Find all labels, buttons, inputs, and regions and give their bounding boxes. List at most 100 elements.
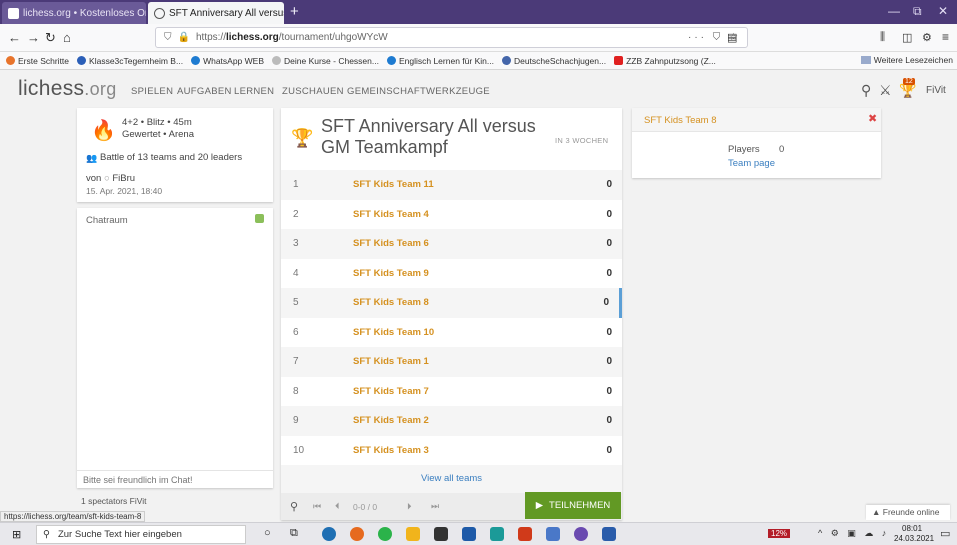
- bookmark-item[interactable]: Deine Kurse - Chessen...: [272, 56, 379, 66]
- team-name[interactable]: SFT Kids Team 10: [353, 327, 434, 338]
- bookmark-item[interactable]: Klasse3cTegernheim B...: [77, 56, 183, 66]
- search-icon[interactable]: ⚲: [290, 500, 298, 513]
- team-name[interactable]: SFT Kids Team 2: [353, 415, 429, 426]
- team-row[interactable]: 8 SFT Kids Team 70: [281, 377, 622, 407]
- minimize-icon[interactable]: —: [888, 4, 900, 18]
- bookmark-icon: [501, 56, 511, 65]
- url-domain: lichess.org: [225, 32, 279, 43]
- join-button[interactable]: ▶ TEILNEHMEN: [525, 492, 621, 519]
- team-row[interactable]: 10 SFT Kids Team 30: [281, 436, 622, 466]
- team-row[interactable]: 6 SFT Kids Team 10 0: [281, 318, 622, 348]
- whatsapp-icon[interactable]: [378, 527, 392, 541]
- office-icon[interactable]: [518, 527, 532, 541]
- chat-input[interactable]: [77, 470, 273, 488]
- edge-icon[interactable]: [322, 527, 336, 541]
- mode-info: Gewertet • Arena: [122, 129, 194, 140]
- nav-puzzles[interactable]: AUFGABEN: [177, 86, 232, 97]
- creator-link[interactable]: FiBru: [112, 173, 135, 184]
- url-bar[interactable]: ⛉ 🔒 https://lichess.org/tournament/uhgoW…: [155, 27, 748, 48]
- search-icon[interactable]: ⚲: [861, 82, 871, 99]
- team-name[interactable]: SFT Kids Team 3: [353, 445, 429, 456]
- store-icon[interactable]: [434, 527, 448, 541]
- bookmark-item[interactable]: Erste Schritte: [6, 56, 69, 66]
- start-date: 15. Apr. 2021, 18:40: [86, 186, 163, 196]
- nav-tools[interactable]: WERKZEUGE: [426, 86, 490, 97]
- team-row[interactable]: 1 SFT Kids Team 11 0: [281, 170, 622, 200]
- team-name[interactable]: SFT Kids Team 7: [353, 386, 429, 397]
- notification-badge: 12: [903, 78, 915, 85]
- mail-icon[interactable]: [462, 527, 476, 541]
- forward-icon[interactable]: →: [27, 30, 40, 45]
- team-name[interactable]: SFT Kids Team 4: [353, 209, 429, 220]
- taskbar-search[interactable]: ⚲ Zur Suche Text hier eingeben: [36, 525, 246, 544]
- bookmark-item[interactable]: WhatsApp WEB: [191, 56, 264, 66]
- team-name[interactable]: SFT Kids Team 6: [353, 238, 429, 249]
- teams-app-icon[interactable]: [490, 527, 504, 541]
- team-row[interactable]: 9 SFT Kids Team 20: [281, 406, 622, 436]
- friends-online-toggle[interactable]: ▲ Freunde online: [866, 505, 950, 520]
- explorer-icon[interactable]: [406, 527, 420, 541]
- team-name[interactable]: SFT Kids Team 11: [353, 179, 434, 190]
- team-name[interactable]: SFT Kids Team 8: [353, 297, 429, 308]
- bookmark-icon: [77, 56, 87, 65]
- sidebar-icon[interactable]: ◫: [902, 31, 912, 44]
- back-icon[interactable]: ←: [8, 30, 21, 45]
- team-page-link[interactable]: Team page: [728, 158, 775, 169]
- battery-indicator[interactable]: 12%: [768, 529, 791, 538]
- url-path: /tournament/uhgoWYcW: [278, 32, 388, 43]
- team-row[interactable]: 7 SFT Kids Team 10: [281, 347, 622, 377]
- last-page-icon[interactable]: ⏭: [431, 501, 439, 512]
- team-row[interactable]: 4 SFT Kids Team 90: [281, 259, 622, 289]
- site-logo[interactable]: lichess.org: [18, 77, 117, 101]
- reload-icon[interactable]: ↻: [45, 30, 56, 46]
- team-row[interactable]: 3 SFT Kids Team 60: [281, 229, 622, 259]
- extensions-icon[interactable]: ⚙: [922, 31, 932, 44]
- bookmark-item[interactable]: Englisch Lernen für Kin...: [386, 56, 494, 66]
- nav-play[interactable]: SPIELEN: [131, 86, 173, 97]
- windows-start-icon[interactable]: ⊞: [12, 528, 21, 541]
- home-icon[interactable]: ⌂: [63, 30, 71, 45]
- play-icon: ▶: [535, 500, 544, 511]
- bookmark-item[interactable]: ZZB Zahnputzsong (Z...: [614, 56, 716, 66]
- new-tab-button[interactable]: +: [290, 3, 299, 20]
- tab-lichess-home[interactable]: lichess.org • Kostenloses Onlin ✕: [2, 2, 146, 24]
- other-bookmarks[interactable]: Weitere Lesezeichen: [860, 55, 953, 65]
- prev-page-icon[interactable]: ⏴: [335, 501, 340, 512]
- clock-date: 24.03.2021: [894, 534, 935, 543]
- first-page-icon[interactable]: ⏮: [313, 501, 321, 512]
- team-name[interactable]: SFT Kids Team 1: [353, 356, 429, 367]
- tab-tournament[interactable]: SFT Anniversary All versus GM ✕: [148, 2, 284, 24]
- next-page-icon[interactable]: ⏵: [407, 501, 412, 512]
- nav-learn[interactable]: LERNEN: [234, 86, 274, 97]
- task-view-icon[interactable]: ⧉: [290, 527, 298, 540]
- bookmark-item[interactable]: DeutscheSchachjugen...: [501, 56, 606, 66]
- view-all-teams-link[interactable]: View all teams: [281, 465, 622, 493]
- site-header: lichess.org SPIELEN AUFGABEN LERNEN ZUSC…: [0, 70, 957, 108]
- team-row-selected[interactable]: 5 SFT Kids Team 80: [281, 288, 622, 318]
- nav-community[interactable]: GEMEINSCHAFT: [347, 86, 426, 97]
- folder-icon: [860, 56, 871, 64]
- tab-label: SFT Anniversary All versus GM: [169, 7, 284, 19]
- lichess-favicon-icon: [154, 7, 165, 19]
- tray-icons[interactable]: ^ ⚙ ▣ ☁ ♪: [818, 528, 889, 539]
- app-icon[interactable]: [546, 527, 560, 541]
- creator-info: von ○ FiBru: [86, 173, 136, 184]
- close-icon[interactable]: ✖: [868, 112, 877, 125]
- chat-toggle[interactable]: [255, 214, 264, 223]
- nav-watch[interactable]: ZUSCHAUEN: [282, 86, 344, 97]
- notification-center-icon[interactable]: ▭: [940, 527, 950, 540]
- team-row[interactable]: 2 SFT Kids Team 40: [281, 200, 622, 230]
- firefox-icon[interactable]: [350, 527, 364, 541]
- cortana-icon[interactable]: ○: [264, 527, 271, 539]
- maximize-icon[interactable]: ⧉: [913, 4, 922, 19]
- library-icon[interactable]: ⫼: [880, 31, 885, 44]
- menu-icon[interactable]: ≡: [942, 30, 949, 44]
- close-window-icon[interactable]: ✕: [938, 4, 948, 18]
- team-name[interactable]: SFT Kids Team 9: [353, 268, 429, 279]
- reader-view-icon[interactable]: ▤: [727, 31, 737, 44]
- word-icon[interactable]: [602, 527, 616, 541]
- challenges-icon[interactable]: ⚔: [879, 82, 892, 99]
- app-icon[interactable]: [574, 527, 588, 541]
- team-info-panel: SFT Kids Team 8 ✖ Players 0 Team page: [632, 108, 881, 178]
- user-menu[interactable]: FiVit: [926, 85, 946, 96]
